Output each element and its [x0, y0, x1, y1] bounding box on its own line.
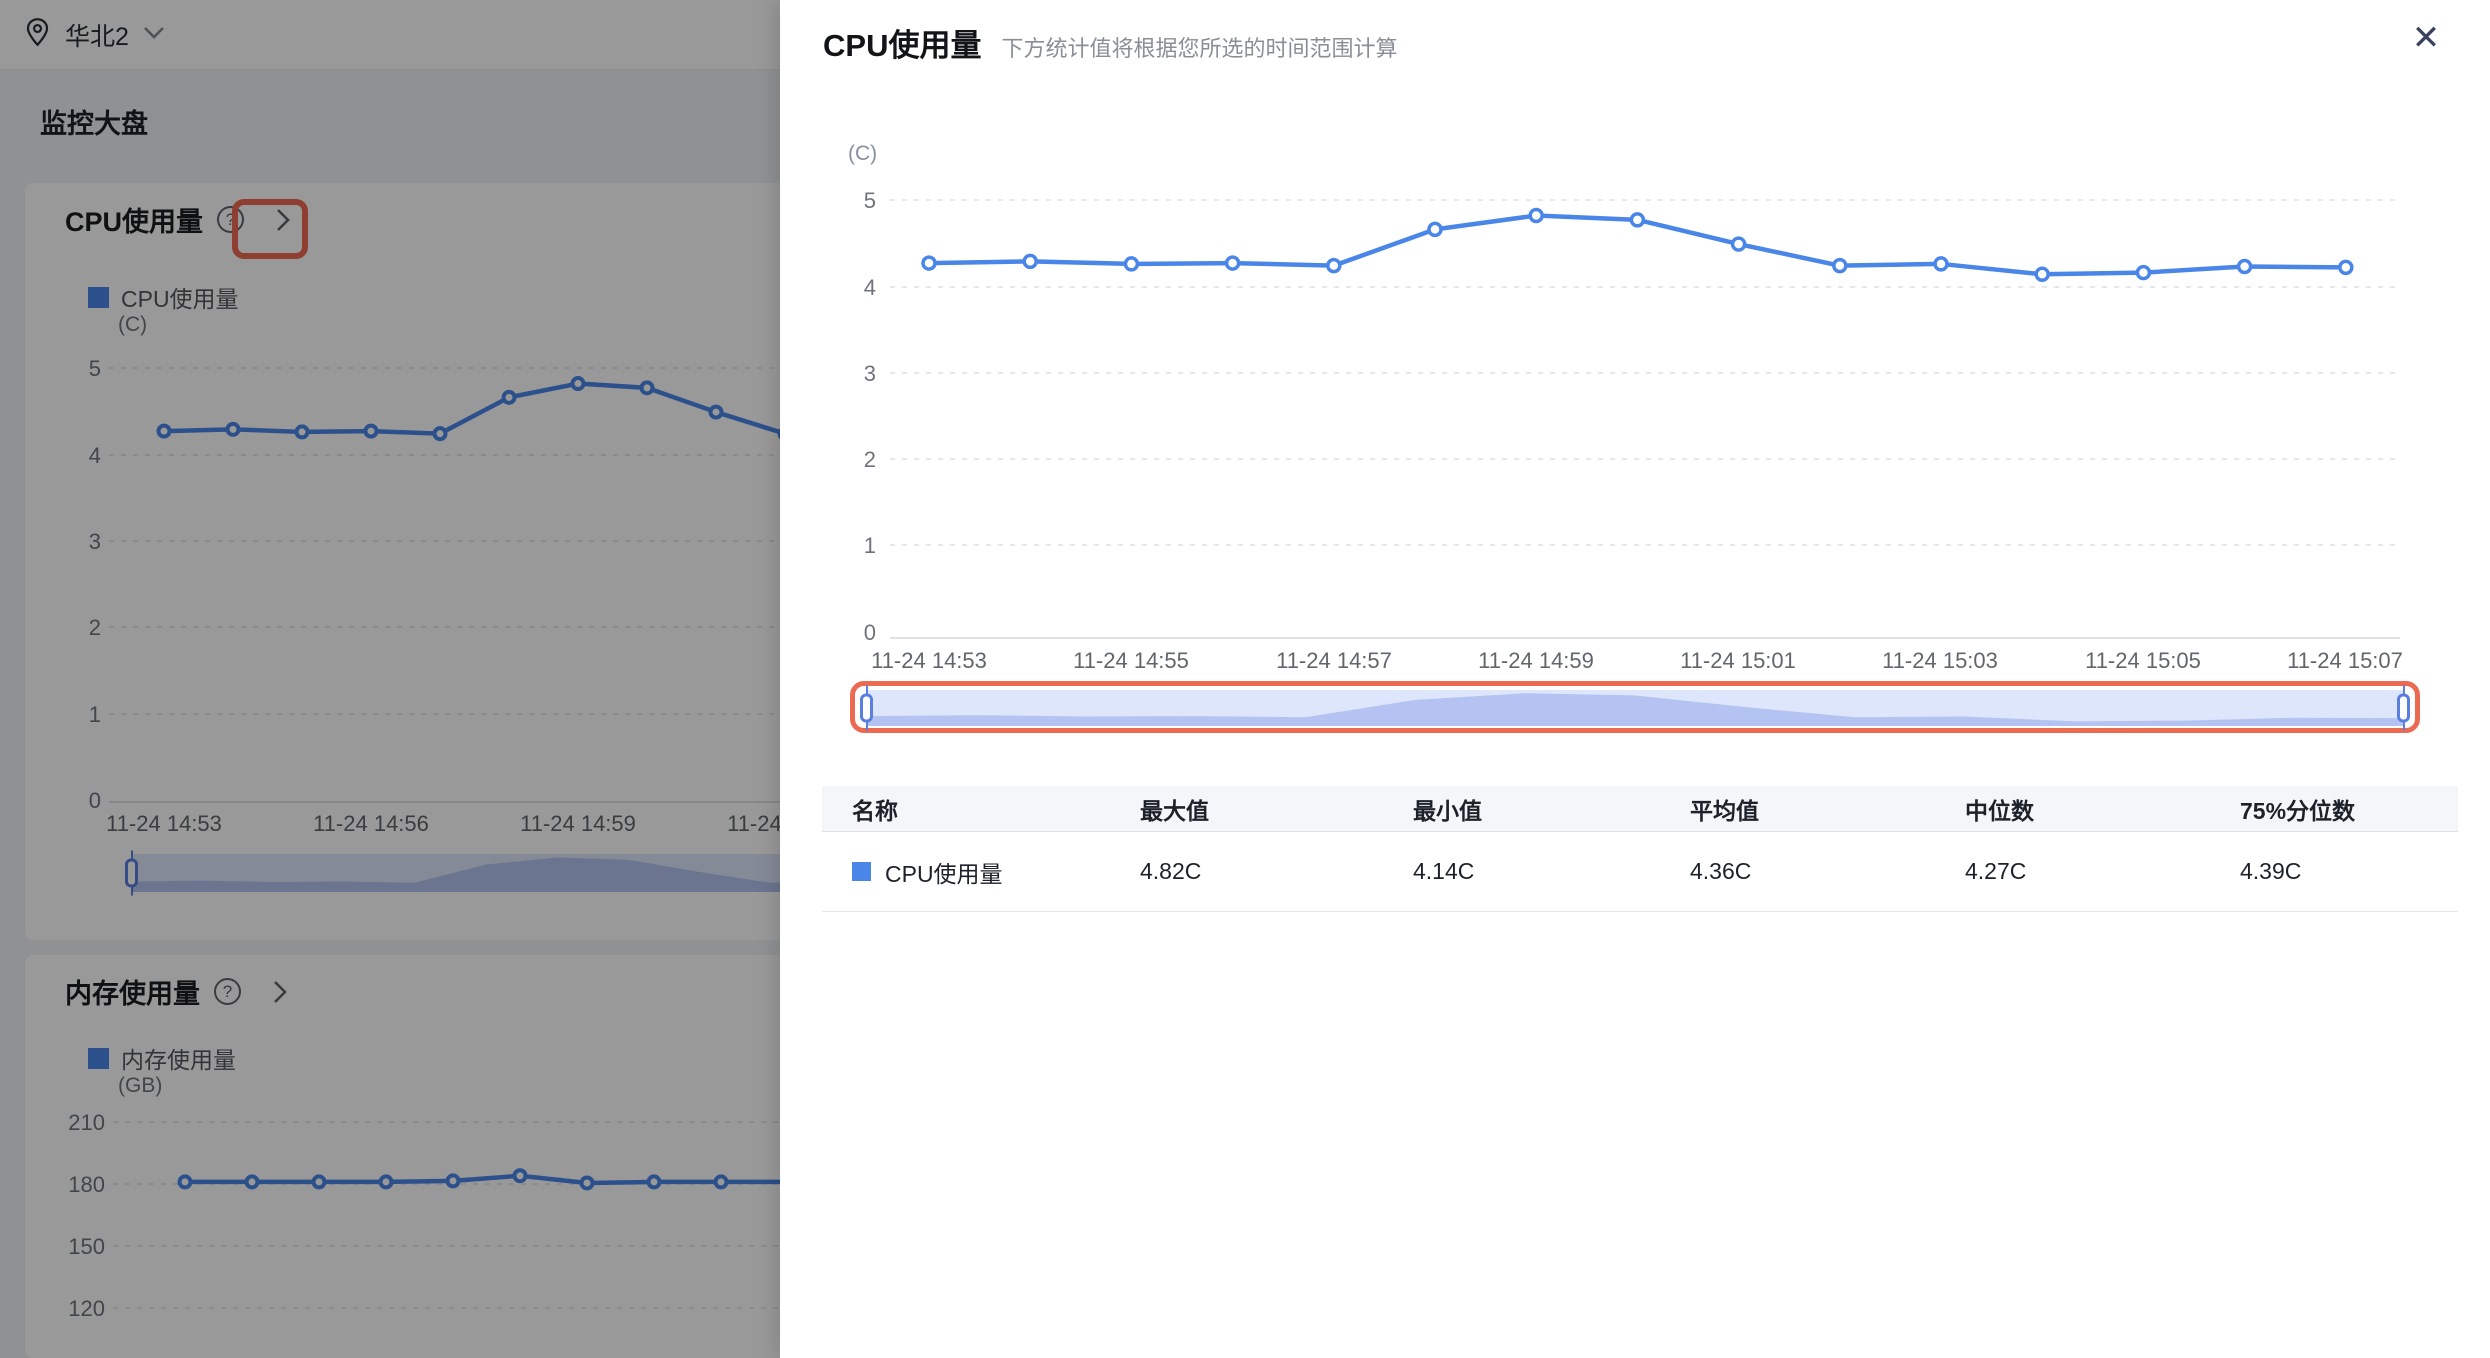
time-range-brush[interactable]	[866, 690, 2404, 726]
screen: 华北2 监控大盘 CPU使用量 ? CPU使用量 (C) 54321	[0, 0, 2490, 1358]
max-value-cell: 4.82C	[1110, 858, 1383, 885]
svg-text:2: 2	[864, 447, 876, 472]
col-header-name: 名称	[822, 792, 1110, 826]
col-header-median: 中位数	[1935, 792, 2210, 826]
svg-text:11-24 14:57: 11-24 14:57	[1276, 648, 1392, 673]
col-header-max: 最大值	[1110, 792, 1383, 826]
avg-value-cell: 4.36C	[1660, 858, 1935, 885]
p75-value-cell: 4.39C	[2210, 858, 2458, 885]
table-row: CPU使用量 4.82C 4.14C 4.36C 4.27C 4.39C	[822, 832, 2458, 912]
brush-handle-left[interactable]	[860, 694, 873, 723]
col-header-min: 最小值	[1383, 792, 1660, 826]
svg-text:3: 3	[864, 361, 876, 386]
svg-text:11-24 15:07: 11-24 15:07	[2287, 648, 2403, 673]
col-header-p75: 75%分位数	[2210, 792, 2458, 826]
svg-text:11-24 14:55: 11-24 14:55	[1073, 648, 1189, 673]
median-value-cell: 4.27C	[1935, 858, 2210, 885]
svg-text:5: 5	[864, 188, 876, 213]
svg-text:4: 4	[864, 275, 876, 300]
svg-text:11-24 15:03: 11-24 15:03	[1882, 648, 1998, 673]
svg-text:11-24 15:05: 11-24 15:05	[2085, 648, 2201, 673]
cpu-usage-detail-modal: CPU使用量 下方统计值将根据您所选的时间范围计算 ✕ (C) 54321011…	[780, 0, 2490, 1358]
svg-text:11-24 14:59: 11-24 14:59	[1478, 648, 1594, 673]
table-header-row: 名称 最大值 最小值 平均值 中位数 75%分位数	[822, 786, 2458, 832]
statistics-table: 名称 最大值 最小值 平均值 中位数 75%分位数 CPU使用量 4.82C 4…	[822, 786, 2458, 912]
col-header-avg: 平均值	[1660, 792, 1935, 826]
cpu-usage-detail-chart: 5 4 3 2 1 0 11-24 14:53 11-24 14:55 11-24 14:57 1…	[780, 0, 2490, 680]
svg-text:1: 1	[864, 533, 876, 558]
svg-text:0: 0	[864, 620, 876, 645]
min-value-cell: 4.14C	[1383, 858, 1660, 885]
svg-text:11-24 15:01: 11-24 15:01	[1680, 648, 1796, 673]
brush-handle-right[interactable]	[2397, 694, 2410, 723]
svg-text:11-24 14:53: 11-24 14:53	[871, 648, 987, 673]
series-color-swatch	[852, 862, 871, 881]
series-name-cell: CPU使用量	[822, 855, 1110, 889]
